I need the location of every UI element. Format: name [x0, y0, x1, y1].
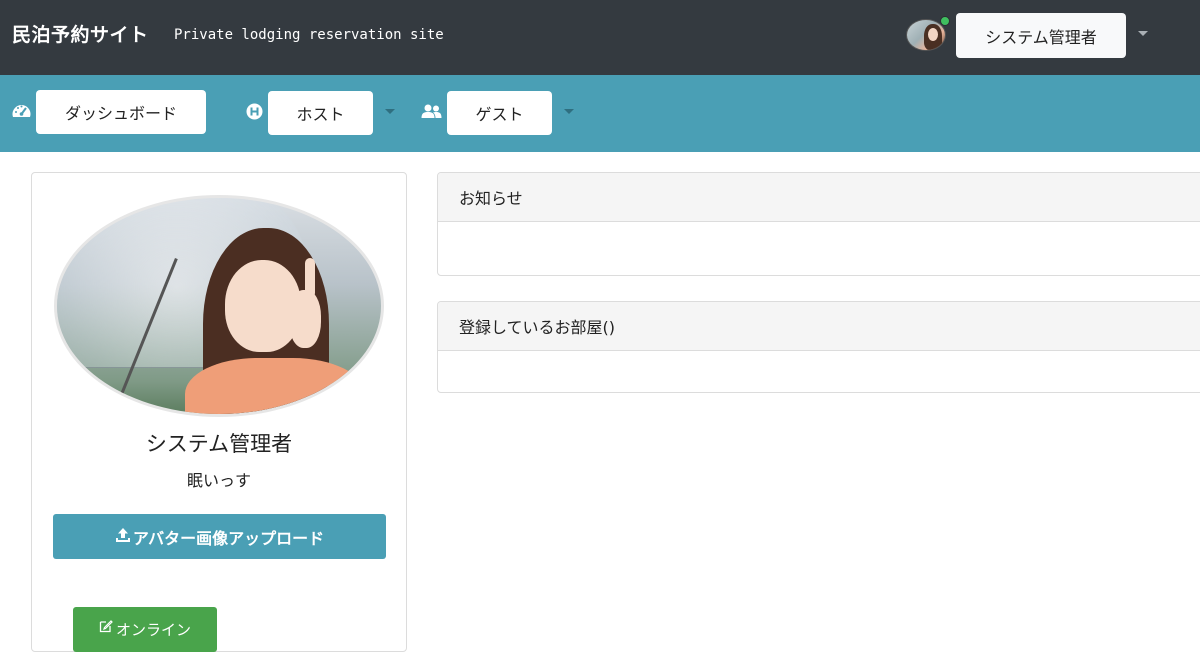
notice-panel-title: お知らせ	[438, 173, 1200, 222]
avatar-face	[928, 28, 938, 41]
person-hand-graphic	[289, 290, 321, 348]
chevron-down-icon[interactable]	[385, 109, 395, 114]
users-icon	[421, 104, 442, 123]
user-menu-button[interactable]: システム管理者	[956, 13, 1126, 58]
nav-dashboard-button[interactable]: ダッシュボード	[36, 90, 206, 134]
profile-name: システム管理者	[145, 432, 293, 456]
person-finger-graphic	[305, 258, 315, 298]
dashboard-icon	[11, 102, 32, 123]
person-body-graphic	[185, 358, 365, 414]
upload-avatar-label: アバター画像アップロード	[132, 528, 325, 548]
registered-rooms-panel-title: 登録しているお部屋()	[438, 302, 1200, 351]
upload-icon	[115, 527, 131, 547]
online-status-dot	[940, 16, 950, 26]
profile-card: システム管理者 眠いっす アバター画像アップロード オンライン	[31, 172, 407, 652]
nav-guest-button[interactable]: ゲスト	[447, 91, 552, 135]
host-h-icon	[246, 103, 263, 124]
online-status-button[interactable]: オンライン	[73, 607, 217, 652]
registered-rooms-panel: 登録しているお部屋()	[437, 301, 1200, 393]
notice-panel: お知らせ	[437, 172, 1200, 276]
online-status-label: オンライン	[115, 621, 191, 639]
site-title[interactable]: 民泊予約サイト	[12, 20, 149, 47]
main-menu-bar: ダッシュボード ホスト ゲスト	[0, 75, 1200, 152]
top-navbar: 民泊予約サイト Private lodging reservation site…	[0, 0, 1200, 75]
nav-host-button[interactable]: ホスト	[268, 91, 373, 135]
profile-photo	[54, 195, 384, 417]
edit-icon	[99, 619, 113, 637]
chevron-down-icon[interactable]	[1138, 31, 1148, 36]
profile-status-message: 眠いっす	[186, 471, 251, 490]
chevron-down-icon[interactable]	[564, 109, 574, 114]
site-subtitle: Private lodging reservation site	[174, 27, 444, 43]
upload-avatar-button[interactable]: アバター画像アップロード	[53, 514, 386, 559]
